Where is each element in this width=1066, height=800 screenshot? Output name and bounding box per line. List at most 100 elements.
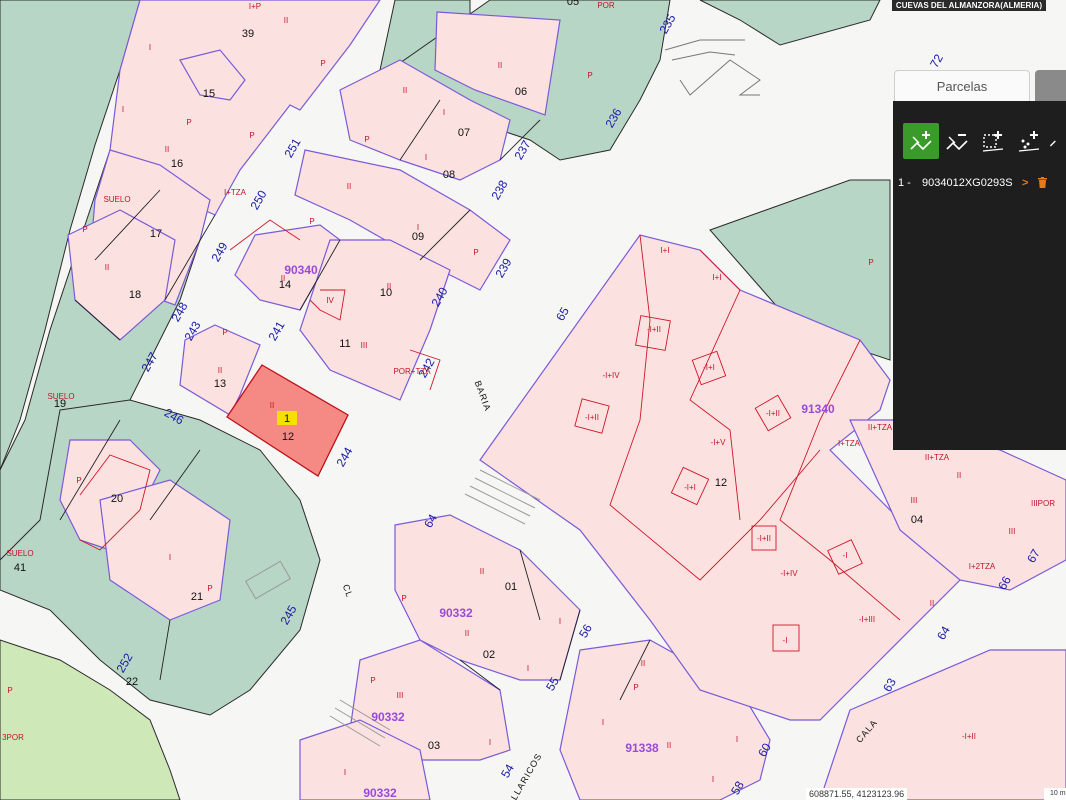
remove-parcel-icon (946, 134, 968, 151)
more-icon (1049, 140, 1056, 147)
parcel-number: 01 (505, 581, 517, 593)
parcel-number: 17 (150, 228, 162, 240)
parcel-number: 15 (203, 88, 215, 100)
coordinate-readout: 608871.55, 4123123.96 (806, 788, 908, 800)
svg-text:III: III (911, 496, 918, 505)
svg-text:I: I (344, 768, 346, 777)
parcel-number: 13 (214, 378, 226, 390)
svg-text:P: P (587, 71, 592, 80)
block-id: 90332 (439, 606, 473, 620)
svg-text:II: II (403, 86, 407, 95)
land-use: I+TZA (838, 439, 861, 448)
svg-text:II: II (347, 182, 351, 191)
add-selection-icon (982, 131, 1004, 152)
parcel-toolbar (903, 123, 1066, 159)
parcel-number: 07 (458, 127, 470, 139)
floor-mark: -I+IV (602, 371, 620, 380)
remove-parcel-button[interactable] (939, 123, 975, 159)
svg-text:P: P (320, 59, 325, 68)
more-tools-button[interactable] (1047, 123, 1066, 159)
svg-text:II: II (165, 145, 169, 154)
parcel-number: 05 (567, 0, 579, 8)
svg-text:II: II (465, 629, 469, 638)
land-use: POR (597, 1, 615, 10)
svg-text:P: P (76, 476, 81, 485)
block-id: 90340 (284, 263, 318, 277)
parcel-number: 06 (515, 86, 527, 98)
parcel-panel: 1 - 9034012XG0293S > (893, 101, 1066, 450)
add-parcel-button[interactable] (903, 123, 939, 159)
svg-text:I: I (736, 735, 738, 744)
selected-parcel-floors: II (270, 401, 274, 410)
svg-text:P: P (207, 584, 212, 593)
parcel-number: 41 (14, 562, 26, 574)
svg-text:II: II (281, 274, 285, 283)
svg-text:P: P (370, 676, 375, 685)
svg-text:I: I (489, 738, 491, 747)
floor-mark: -I+II (647, 325, 661, 334)
svg-text:P: P (364, 135, 369, 144)
tab-collapsed[interactable] (1035, 70, 1066, 102)
svg-text:II: II (930, 599, 934, 608)
land-use: II+TZA (925, 453, 950, 462)
svg-text:II: II (387, 282, 391, 291)
parcel-number: 21 (191, 591, 203, 603)
svg-text:I: I (425, 153, 427, 162)
svg-text:I: I (169, 553, 171, 562)
svg-text:II: II (641, 659, 645, 668)
block-id: 90332 (371, 710, 405, 724)
svg-text:P: P (401, 594, 406, 603)
svg-text:-I+II: -I+II (962, 732, 976, 741)
svg-text:II: II (105, 263, 109, 272)
parcel-number: 39 (242, 28, 254, 40)
cadastral-reference[interactable]: 9034012XG0293S (922, 176, 1013, 190)
svg-text:II: II (218, 366, 222, 375)
svg-text:II: II (498, 61, 502, 70)
add-parcel-icon (910, 131, 932, 151)
svg-text:P: P (473, 248, 478, 257)
land-use: I+P (249, 2, 261, 11)
parcel-number: 03 (428, 740, 440, 752)
svg-text:III: III (397, 691, 404, 700)
result-index: 1 - (898, 177, 911, 189)
floor-mark: -I+III (859, 615, 875, 624)
add-selection-button[interactable] (975, 123, 1011, 159)
svg-text:III: III (1009, 527, 1016, 536)
tab-parcelas[interactable]: Parcelas (894, 70, 1030, 102)
svg-text:P: P (633, 683, 638, 692)
svg-text:I: I (122, 105, 124, 114)
parcel-number: 02 (483, 649, 495, 661)
svg-text:II: II (480, 567, 484, 576)
svg-text:P: P (82, 225, 87, 234)
svg-text:I: I (417, 223, 419, 232)
panel-tabs: Parcelas (894, 70, 1066, 102)
selected-parcel-number: 12 (282, 431, 294, 443)
svg-text:P: P (7, 686, 12, 695)
floor-mark: -I+V (711, 438, 727, 447)
parcel-number: 11 (339, 338, 350, 350)
parcel-number: 16 (171, 158, 183, 170)
add-point-icon (1018, 131, 1040, 152)
floor-mark: -I+II (757, 534, 771, 543)
svg-text:II: II (667, 741, 671, 750)
land-use: POR+TZA (393, 367, 431, 376)
svg-text:I: I (527, 664, 529, 673)
result-arrow-icon[interactable]: > (1022, 176, 1028, 190)
floor-mark: I+I (660, 246, 669, 255)
floor-mark: -I+I (703, 363, 715, 372)
land-use: SUELO (103, 195, 130, 204)
svg-text:II: II (284, 16, 288, 25)
parcel-number: 04 (911, 514, 923, 526)
parcel-result-row[interactable]: 1 - 9034012XG0293S > (898, 176, 1063, 190)
svg-text:I: I (712, 775, 714, 784)
svg-text:I: I (443, 108, 445, 117)
land-use: SUELO (6, 549, 33, 558)
add-point-button[interactable] (1011, 123, 1047, 159)
floor-mark: -I+II (585, 413, 599, 422)
trash-icon[interactable] (1038, 177, 1047, 188)
floor-mark: -I+II (766, 409, 780, 418)
land-use: I+TZA (224, 188, 247, 197)
block-id: 90332 (363, 786, 397, 800)
svg-text:P: P (868, 258, 873, 267)
svg-text:I: I (559, 617, 561, 626)
